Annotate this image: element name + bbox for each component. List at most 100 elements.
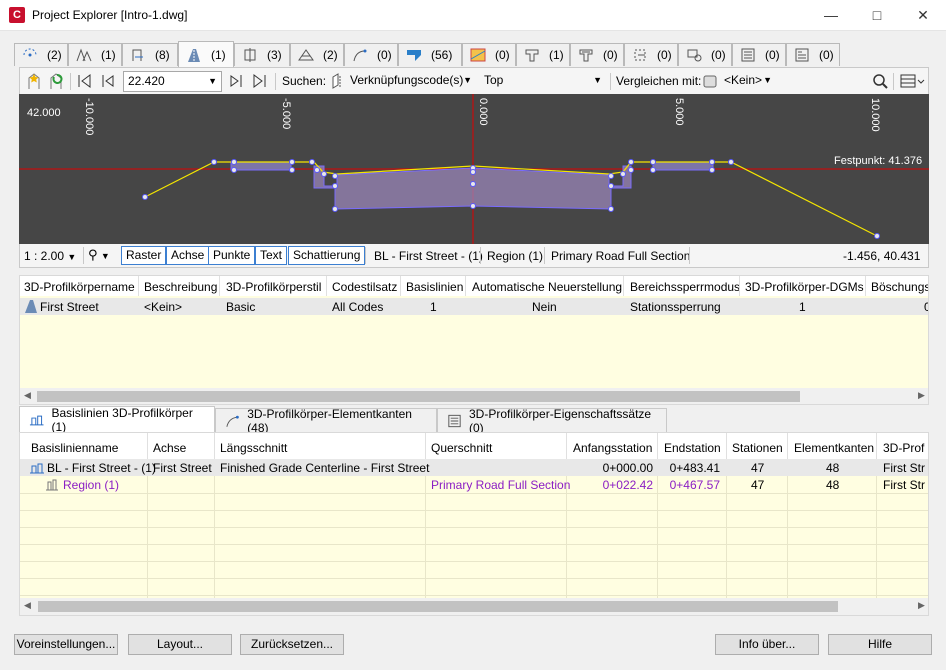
last-station-icon[interactable] — [250, 72, 268, 90]
column-divider — [425, 433, 426, 459]
section-preview[interactable]: 42.000 -10.000 -5.000 0.000 5.000 10.000… — [19, 94, 929, 244]
column-header[interactable]: Bereichssperrmodus — [630, 280, 740, 294]
tab-assembly-parts[interactable]: (0) — [570, 43, 624, 66]
tab-count: (1) — [549, 48, 564, 62]
tab-alignments[interactable]: (8) — [122, 43, 178, 66]
column-header[interactable]: Basislinienname — [31, 441, 118, 455]
minimize-button[interactable]: — — [808, 0, 854, 31]
search-value-select[interactable]: Top ▼ — [480, 71, 606, 92]
layout-button[interactable]: Layout... — [128, 634, 232, 655]
close-button[interactable]: ✕ — [900, 0, 946, 31]
toggle-axis-button[interactable]: Achse — [166, 246, 210, 265]
add-star-icon[interactable] — [25, 72, 43, 90]
grid-line — [20, 493, 928, 494]
column-header[interactable]: Codestilsatz — [332, 280, 397, 294]
column-header[interactable]: Stationen — [732, 441, 783, 455]
compare-object-icon — [703, 75, 717, 88]
tab-intersections[interactable]: (0) — [678, 43, 732, 66]
tab-sheets[interactable]: (0) — [732, 43, 786, 66]
toggle-points-button[interactable]: Punkte — [208, 246, 256, 265]
column-header[interactable]: Endstation — [664, 441, 721, 455]
column-header[interactable]: Querschnitt — [431, 441, 492, 455]
tab-points[interactable]: (2) — [14, 43, 68, 66]
cell-region-name: Region (1) — [63, 478, 120, 492]
column-header[interactable]: Längsschnitt — [220, 441, 287, 455]
tab-property-sets-corridor[interactable]: 3D-Profilkörper-Eigenschaftssätze (0) — [437, 407, 667, 435]
tab-assemblies[interactable]: (56) — [398, 43, 462, 66]
compare-select[interactable]: <Kein> ▼ — [720, 71, 776, 92]
zoom-select[interactable]: ⚲ ▼ — [88, 247, 110, 263]
fixpoint-label: Festpunkt: 41.376 — [834, 155, 923, 167]
scroll-left-icon[interactable]: ◀ — [24, 600, 31, 611]
about-button[interactable]: Info über... — [715, 634, 819, 655]
table-row[interactable]: First Street <Kein> Basic All Codes 1 Ne… — [20, 298, 928, 315]
sheet-icon — [741, 48, 755, 62]
tab-profile-views[interactable]: (0) — [462, 43, 516, 66]
scroll-thumb[interactable] — [38, 601, 838, 612]
next-station-icon[interactable] — [228, 72, 246, 90]
tab-count: (0) — [711, 48, 726, 62]
refresh-icon[interactable] — [47, 72, 65, 90]
previous-station-icon[interactable] — [98, 72, 116, 90]
column-header[interactable]: Beschreibung — [144, 280, 217, 294]
tab-point-groups[interactable]: (1) — [68, 43, 122, 66]
chevron-down-icon: ▼ — [763, 75, 772, 85]
zoom-search-icon[interactable] — [871, 72, 889, 90]
column-header[interactable]: 3D-Profilkörperstil — [226, 280, 321, 294]
column-header[interactable]: Basislinien — [406, 280, 463, 294]
corridor-icon — [188, 48, 200, 62]
scroll-thumb[interactable] — [37, 391, 800, 402]
scale-select[interactable]: 1 : 2.00 ▼ — [24, 249, 76, 263]
corridor-table: 3D-Profilkörpername Beschreibung 3D-Prof… — [19, 275, 929, 405]
tab-property-sets[interactable]: (0) — [786, 43, 840, 66]
tab-label: Basislinien 3D-Profilkörper (1) — [51, 406, 193, 434]
reset-button[interactable]: Zurücksetzen... — [240, 634, 344, 655]
column-header[interactable]: 3D-Prof — [883, 441, 924, 455]
toggle-shading-button[interactable]: Schattierung — [288, 246, 366, 265]
region-status: Region (1) — [487, 249, 544, 263]
column-divider — [326, 276, 327, 296]
scroll-right-icon[interactable]: ▶ — [918, 600, 925, 611]
column-divider — [566, 433, 567, 459]
first-station-icon[interactable] — [76, 72, 94, 90]
help-button[interactable]: Hilfe — [828, 634, 932, 655]
cell-profile: Finished Grade Centerline - First Street — [220, 461, 430, 475]
tab-feature-lines-corridor[interactable]: 3D-Profilkörper-Elementkanten (48) — [215, 407, 437, 435]
column-divider — [623, 276, 624, 296]
column-header[interactable]: Achse — [153, 441, 186, 455]
tab-count: (3) — [267, 48, 282, 62]
toggle-grid-button[interactable]: Raster — [121, 246, 167, 265]
toggle-text-button[interactable]: Text — [255, 246, 288, 265]
column-header[interactable]: Böschungss — [871, 280, 928, 294]
settings-button[interactable]: Voreinstellungen... — [14, 634, 118, 655]
view-options-icon[interactable] — [899, 72, 925, 90]
surface-icon — [298, 49, 314, 61]
column-divider — [876, 433, 877, 459]
column-header[interactable]: 3D-Profilkörper-DGMs — [745, 280, 864, 294]
maximize-button[interactable]: □ — [854, 0, 900, 31]
baselines-table: Basislinienname Achse Längsschnitt Quers… — [19, 432, 929, 616]
link-code-icon — [332, 73, 341, 89]
column-header[interactable]: Anfangsstation — [573, 441, 652, 455]
tab-baselines[interactable]: Basislinien 3D-Profilkörper (1) — [19, 406, 215, 434]
corridor-icon — [25, 300, 37, 313]
scroll-left-icon[interactable]: ◀ — [24, 390, 31, 401]
cell-description: <Kein> — [144, 300, 183, 314]
tab-corridors[interactable]: (1) — [178, 41, 234, 67]
station-select[interactable]: 22.420 ▼ — [123, 71, 222, 92]
column-header[interactable]: Automatische Neuerstellung — [472, 280, 622, 294]
tab-sample-lines[interactable]: (3) — [234, 43, 290, 66]
tab-cross-sections[interactable]: (0) — [624, 43, 678, 66]
search-field-select[interactable]: Verknüpfungscode(s) ▼ — [346, 71, 476, 92]
horizontal-scrollbar[interactable]: ◀ ▶ — [20, 598, 928, 615]
tab-count: (0) — [377, 48, 392, 62]
column-header[interactable]: Elementkanten — [794, 441, 874, 455]
tab-surfaces[interactable]: (2) — [290, 43, 344, 66]
tab-subassemblies[interactable]: (1) — [516, 43, 570, 66]
table-row[interactable]: BL - First Street - (1) First Street Fin… — [20, 459, 928, 476]
scroll-right-icon[interactable]: ▶ — [918, 390, 925, 401]
tab-feature-lines[interactable]: (0) — [344, 43, 398, 66]
horizontal-scrollbar[interactable]: ◀ ▶ — [20, 388, 928, 404]
column-header[interactable]: 3D-Profilkörpername — [24, 280, 135, 294]
table-row[interactable]: Region (1) Primary Road Full Section 0+0… — [20, 476, 928, 493]
